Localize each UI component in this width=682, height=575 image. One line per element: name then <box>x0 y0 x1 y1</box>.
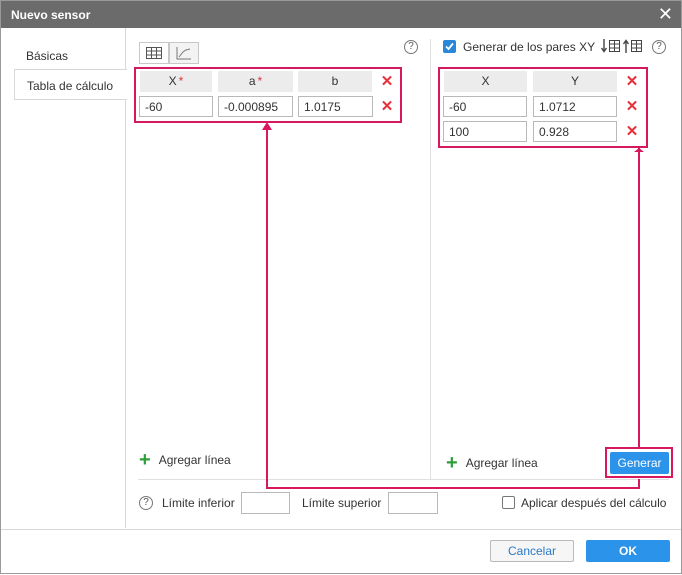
upper-limit-label: Límite superior <box>302 496 382 510</box>
cancel-button[interactable]: Cancelar <box>490 540 574 562</box>
lower-limit-label: Límite inferior <box>162 496 235 510</box>
connector-line-generate <box>266 128 640 489</box>
lower-limit-input[interactable] <box>241 492 290 514</box>
apply-after-calc-checkbox[interactable] <box>502 496 515 509</box>
dialog: Nuevo sensor ✕ Básicas Tabla de cálculo … <box>0 0 682 574</box>
arrow-head-left-table <box>262 122 272 130</box>
arrow-head-right-table <box>634 148 644 152</box>
help-icon[interactable]: ? <box>139 496 153 510</box>
upper-limit-input[interactable] <box>388 492 438 514</box>
footer-divider <box>1 529 681 530</box>
apply-after-calc-label: Aplicar después del cálculo <box>521 496 667 510</box>
annotation-arrows <box>262 122 644 489</box>
ok-button[interactable]: OK <box>586 540 670 562</box>
